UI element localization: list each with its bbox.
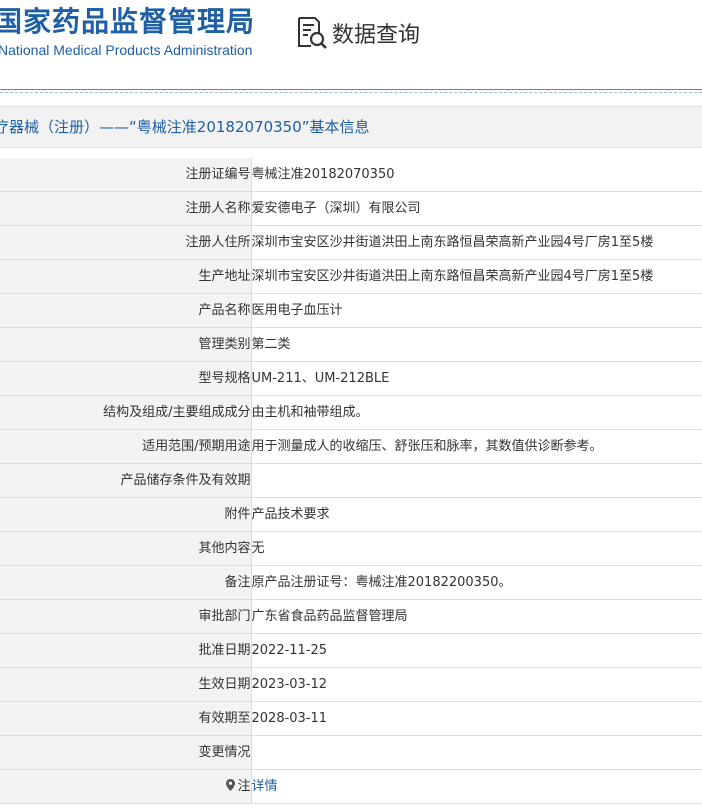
- row-label: 产品储存条件及有效期: [0, 463, 252, 498]
- document-search-icon: [298, 17, 327, 49]
- site-logo-cn[interactable]: 国家药品监督管理局: [0, 4, 255, 40]
- row-value: 2028-03-11: [251, 701, 702, 736]
- data-query-heading: 数据查询: [296, 16, 420, 50]
- note-row: 注 详情: [0, 769, 702, 804]
- note-value-cell: 详情: [251, 769, 702, 804]
- device-info-table: 注册证编号 粤械注准20182070350 注册人名称 爱安德电子（深圳）有限公司 …: [0, 158, 702, 804]
- table-row: 生效日期 2023-03-12: [0, 667, 702, 702]
- row-value: [251, 735, 702, 770]
- row-label: 批准日期: [0, 633, 252, 668]
- row-value: 第二类: [251, 327, 702, 362]
- row-label: 附件: [0, 497, 252, 532]
- row-label: 型号规格: [0, 361, 252, 396]
- row-label: 适用范围/预期用途: [0, 429, 252, 464]
- row-value: 爱安德电子（深圳）有限公司: [251, 191, 702, 226]
- row-value: UM-211、UM-212BLE: [251, 361, 702, 396]
- table-row: 生产地址 深圳市宝安区沙井街道洪田上南东路恒昌荣高新产业园4号厂房1至5楼: [0, 259, 702, 294]
- site-header: 国家药品监督管理局 National Medical Products Admi…: [0, 0, 702, 93]
- details-link[interactable]: 详情: [252, 779, 278, 794]
- table-row: 附件 产品技术要求: [0, 497, 702, 532]
- table-row: 有效期至 2028-03-11: [0, 701, 702, 736]
- row-value: 深圳市宝安区沙井街道洪田上南东路恒昌荣高新产业园4号厂房1至5楼: [251, 225, 702, 260]
- row-value: 深圳市宝安区沙井街道洪田上南东路恒昌荣高新产业园4号厂房1至5楼: [251, 259, 702, 294]
- row-value: 由主机和袖带组成。: [251, 395, 702, 430]
- table-row: 注册人住所 深圳市宝安区沙井街道洪田上南东路恒昌荣高新产业园4号厂房1至5楼: [0, 225, 702, 260]
- data-query-label: 数据查询: [332, 23, 421, 48]
- table-row: 变更情况: [0, 735, 702, 770]
- row-value: 医用电子血压计: [251, 293, 702, 328]
- table-row: 审批部门 广东省食品药品监督管理局: [0, 599, 702, 634]
- row-value: 2023-03-12: [251, 667, 702, 702]
- table-row: 管理类别 第二类: [0, 327, 702, 362]
- row-value: 用于测量成人的收缩压、舒张压和脉率，其数值供诊断参考。: [251, 429, 702, 464]
- header-divider: [0, 89, 702, 90]
- table-row: 批准日期 2022-11-25: [0, 633, 702, 668]
- row-value: 广东省食品药品监督管理局: [251, 599, 702, 634]
- table-row: 注册证编号 粤械注准20182070350: [0, 158, 702, 192]
- row-label: 备注: [0, 565, 252, 600]
- table-row: 其他内容无: [0, 531, 702, 566]
- row-value: 产品技术要求: [251, 497, 702, 532]
- row-label: 生产地址: [0, 259, 252, 294]
- header-dashed-divider: [0, 92, 702, 93]
- note-label: 注: [237, 779, 251, 794]
- row-value: 原产品注册证号：粤械注准20182200350。: [251, 565, 702, 600]
- row-label: 管理类别: [0, 327, 252, 362]
- row-value: 无: [251, 531, 702, 566]
- note-label-cell: 注: [0, 769, 252, 804]
- row-label: 其他内容: [0, 531, 252, 566]
- table-row: 适用范围/预期用途 用于测量成人的收缩压、舒张压和脉率，其数值供诊断参考。: [0, 429, 702, 464]
- row-label: 结构及组成/主要组成成分: [0, 395, 252, 430]
- site-logo-en[interactable]: National Medical Products Administration: [0, 41, 252, 59]
- table-row: 产品储存条件及有效期: [0, 463, 702, 498]
- page-title-bar: 疗器械（注册）——“粤械注准20182070350”基本信息: [0, 106, 702, 148]
- row-label: 有效期至: [0, 701, 252, 736]
- row-value: [251, 463, 702, 498]
- table-row: 型号规格 UM-211、UM-212BLE: [0, 361, 702, 396]
- row-label: 注册人名称: [0, 191, 252, 226]
- table-row: 注册人名称 爱安德电子（深圳）有限公司: [0, 191, 702, 226]
- table-row: 产品名称 医用电子血压计: [0, 293, 702, 328]
- row-label: 审批部门: [0, 599, 252, 634]
- row-label: 生效日期: [0, 667, 252, 702]
- table-row: 备注 原产品注册证号：粤械注准20182200350。: [0, 565, 702, 600]
- row-label: 注册人住所: [0, 225, 252, 260]
- row-label: 注册证编号: [0, 158, 252, 192]
- page-title: 疗器械（注册）——“粤械注准20182070350”基本信息: [0, 118, 370, 136]
- map-pin-icon: [226, 779, 236, 791]
- row-value: 粤械注准20182070350: [251, 158, 702, 192]
- row-value: 2022-11-25: [251, 633, 702, 668]
- row-label: 产品名称: [0, 293, 252, 328]
- row-label: 变更情况: [0, 735, 252, 770]
- table-row: 结构及组成/主要组成成分 由主机和袖带组成。: [0, 395, 702, 430]
